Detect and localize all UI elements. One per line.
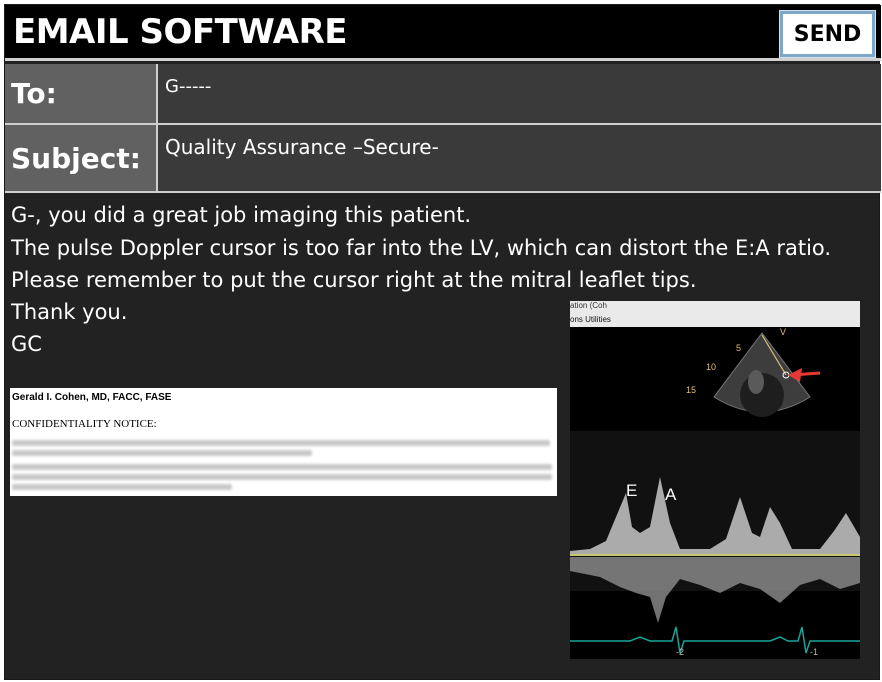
to-field[interactable]: G----- [165, 76, 211, 97]
subject-row: Subject: Quality Assurance –Secure- [5, 125, 881, 193]
heart-wall [748, 370, 764, 394]
message-body[interactable]: G-, you did a great job imaging this pat… [5, 195, 881, 681]
app-title: EMAIL SOFTWARE [13, 12, 348, 52]
blurred-text [12, 464, 552, 470]
title-bar: EMAIL SOFTWARE SEND [5, 5, 881, 61]
depth-label: 15 [686, 385, 696, 395]
echo-doppler-image: ation (Coh ons Utilities 5 10 15 V -2 -1… [570, 301, 860, 659]
message-line: Thank you. [11, 300, 128, 324]
email-window: EMAIL SOFTWARE SEND To: G----- Subject: … [4, 4, 881, 681]
message-line: G-, you did a great job imaging this pat… [11, 203, 472, 227]
message-line: Please remember to put the cursor right … [11, 268, 697, 292]
to-label: To: [5, 64, 158, 123]
echo-window-title: ation (Coh [570, 301, 607, 310]
blurred-text [12, 474, 552, 480]
blurred-text [12, 484, 232, 490]
a-wave-label: A [665, 485, 677, 504]
ecg-label: -1 [810, 647, 818, 657]
signature-block: Gerald I. Cohen, MD, FACC, FASE CONFIDEN… [10, 388, 557, 496]
depth-label: 5 [736, 343, 741, 353]
depth-label: 10 [706, 362, 716, 372]
subject-field[interactable]: Quality Assurance –Secure- [165, 135, 439, 159]
blurred-text [12, 450, 312, 456]
confidentiality-notice: CONFIDENTIALITY NOTICE: [12, 418, 157, 430]
to-row: To: G----- [5, 64, 881, 125]
v-marker: V [780, 327, 786, 337]
subject-label: Subject: [5, 125, 158, 191]
send-button[interactable]: SEND [779, 10, 876, 58]
blurred-text [12, 440, 550, 446]
e-wave-label: E [626, 481, 638, 500]
message-line: GC [11, 332, 42, 356]
echo-menu: ons Utilities [570, 315, 611, 324]
doppler-graphic: 5 10 15 V -2 -1 [570, 327, 860, 657]
ecg-label: -2 [676, 647, 684, 657]
echo-window-bar: ation (Coh ons Utilities [570, 301, 860, 327]
signature-name: Gerald I. Cohen, MD, FACC, FASE [12, 392, 172, 403]
message-line: The pulse Doppler cursor is too far into… [11, 236, 832, 260]
